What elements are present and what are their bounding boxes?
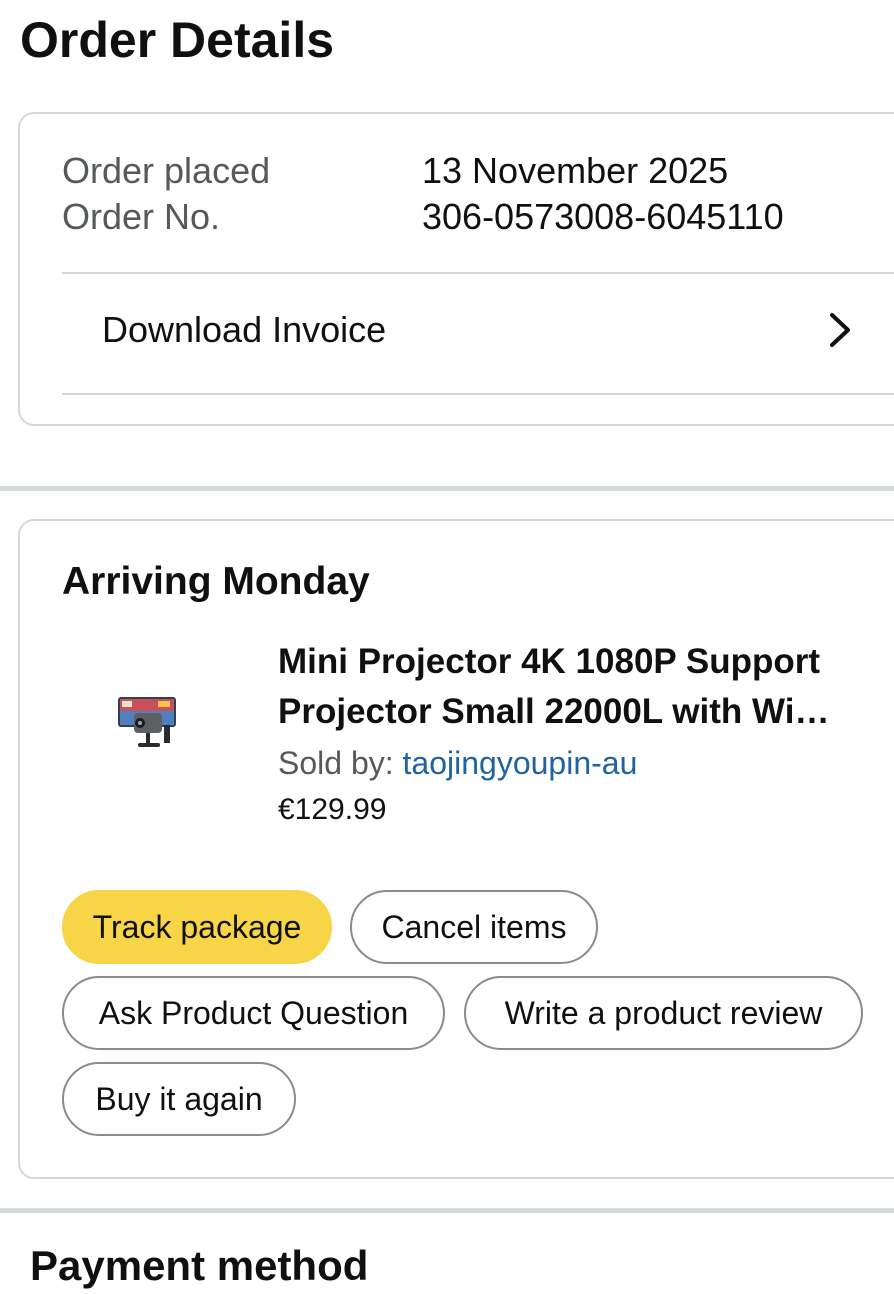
order-summary-card: Order placed 13 November 2025 Order No. …: [18, 112, 894, 426]
sold-by: Sold by: taojingyoupin-au: [278, 741, 637, 785]
divider: [62, 393, 894, 395]
product-thumbnail[interactable]: [116, 685, 180, 755]
order-placed-value: 13 November 2025: [422, 150, 729, 191]
order-placed-label: Order placed: [62, 150, 271, 191]
page-title: Order Details: [20, 12, 335, 68]
section-divider: [0, 486, 894, 491]
download-invoice-label: Download Invoice: [102, 309, 387, 350]
track-package-button[interactable]: Track package: [62, 890, 332, 964]
seller-link[interactable]: taojingyoupin-au: [403, 745, 638, 781]
ask-product-question-button[interactable]: Ask Product Question: [62, 976, 445, 1050]
chevron-right-icon: [830, 313, 850, 347]
product-price: €129.99: [278, 793, 387, 826]
order-number-value: 306-0573008-6045110: [422, 196, 784, 237]
section-divider: [0, 1208, 894, 1213]
order-number-label: Order No.: [62, 196, 221, 237]
payment-method-heading: Payment method: [30, 1242, 369, 1289]
buy-again-button[interactable]: Buy it again: [62, 1062, 296, 1136]
shipment-card: Arriving Monday Mini Projector 4K 1080P …: [18, 519, 894, 1179]
sold-by-label: Sold by:: [278, 745, 403, 781]
download-invoice-row[interactable]: Download Invoice: [62, 274, 894, 393]
write-review-button[interactable]: Write a product review: [464, 976, 863, 1050]
delivery-status: Arriving Monday: [62, 560, 370, 603]
cancel-items-button[interactable]: Cancel items: [350, 890, 598, 964]
product-title[interactable]: Mini Projector 4K 1080P Support Projecto…: [278, 637, 894, 737]
